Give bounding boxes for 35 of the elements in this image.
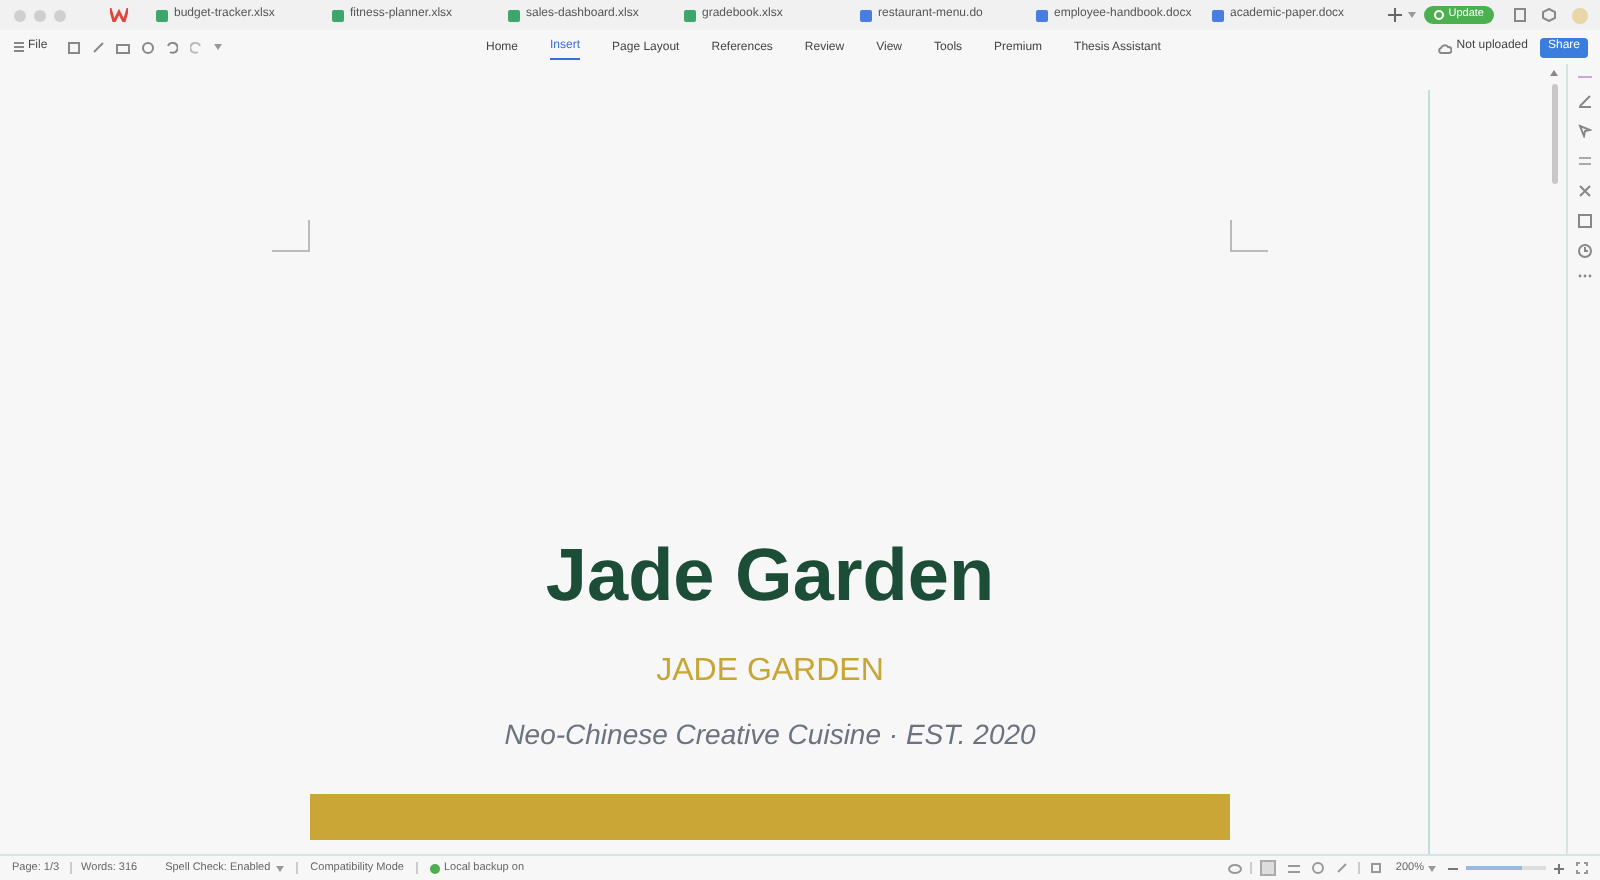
cursor-icon[interactable] (1577, 124, 1591, 138)
scrollbar-thumb[interactable] (1551, 84, 1557, 184)
cross-icon[interactable] (1577, 184, 1591, 198)
window-icon[interactable] (1514, 8, 1526, 22)
caret-icon[interactable] (276, 865, 285, 871)
maximize-window-button[interactable] (54, 9, 66, 21)
cloud-icon (1438, 41, 1453, 53)
document-file-icon (860, 9, 872, 21)
caret-icon[interactable] (1428, 865, 1436, 871)
document-file-icon (1036, 9, 1048, 21)
minimize-window-button[interactable] (34, 9, 46, 21)
document-tagline: Neo-Chinese Creative Cuisine · EST. 2020 (504, 716, 1036, 754)
clock-icon[interactable] (1577, 244, 1591, 258)
zoom-in-icon[interactable] (1554, 863, 1564, 873)
scroll-up-icon[interactable] (1550, 70, 1558, 76)
backup-status-icon (429, 863, 440, 873)
crop-mark (1230, 220, 1268, 252)
new-tab-icon[interactable] (1388, 8, 1402, 22)
pen-icon[interactable] (1577, 94, 1591, 108)
caret-icon[interactable] (213, 44, 222, 50)
caret-icon[interactable] (1408, 12, 1416, 18)
spreadsheet-file-icon (156, 9, 168, 21)
fullscreen-icon[interactable] (1576, 862, 1588, 874)
document-subtitle: JADE GARDEN (656, 652, 884, 692)
redo-icon[interactable] (189, 41, 202, 53)
spreadsheet-file-icon (684, 9, 696, 21)
undo-icon[interactable] (165, 41, 178, 53)
app-logo-icon[interactable] (110, 8, 128, 22)
menu-icon[interactable] (14, 42, 24, 52)
document-title: Jade Garden (545, 532, 995, 620)
close-window-button[interactable] (14, 9, 26, 21)
spreadsheet-file-icon (332, 9, 344, 21)
crop-mark (272, 220, 310, 252)
document-file-icon (1212, 9, 1224, 21)
spreadsheet-file-icon (508, 9, 520, 21)
